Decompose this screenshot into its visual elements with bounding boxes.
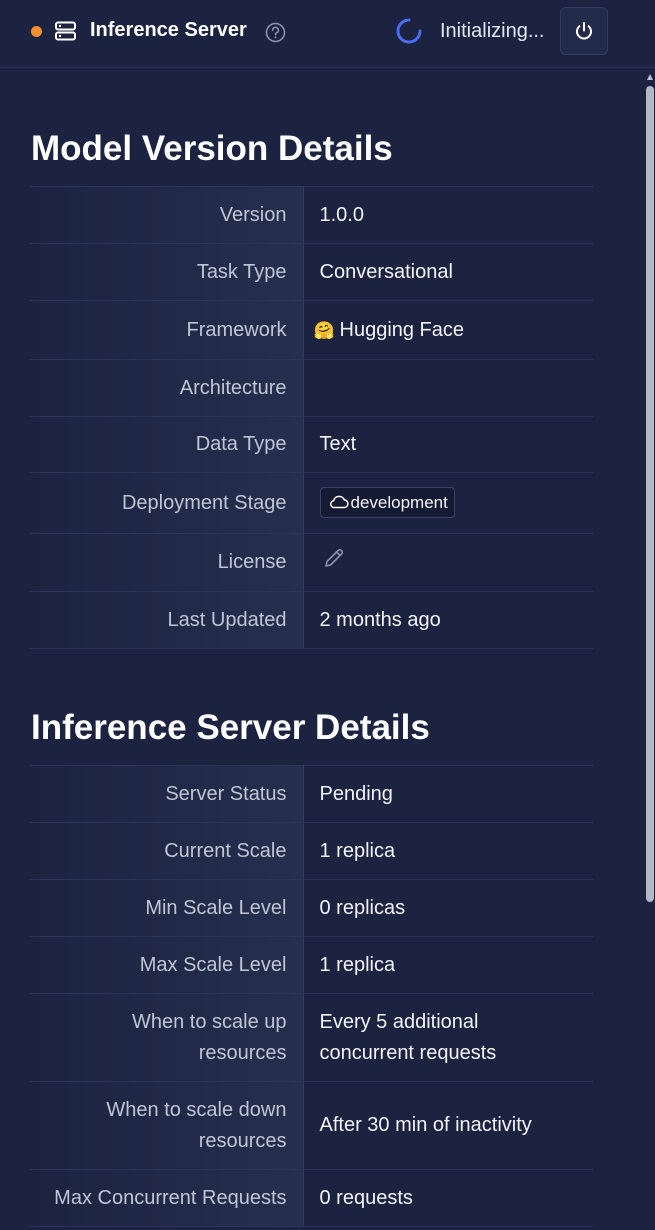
row-label: Max Concurrent Requests [30, 1169, 304, 1227]
inference-server-details-table: Server Status Pending Current Scale 1 re… [30, 765, 593, 1227]
row-value: Pending [303, 765, 593, 823]
table-row: Data Type Text [30, 416, 593, 473]
table-row: Last Updated 2 months ago [30, 591, 593, 649]
top-bar: Inference Server Initializing... [0, 0, 655, 68]
row-value: 1 replica [303, 936, 593, 994]
row-label: When to scale up resources [30, 993, 304, 1082]
row-label: Architecture [30, 359, 304, 417]
table-row: Max Concurrent Requests 0 requests [30, 1169, 593, 1227]
row-value: 2 months ago [303, 591, 593, 649]
row-value: After 30 min of inactivity [303, 1081, 593, 1170]
table-row: Architecture [30, 359, 593, 417]
help-icon[interactable] [265, 22, 286, 43]
table-row: Deployment Stage development [30, 472, 593, 534]
row-label: Data Type [30, 416, 304, 473]
row-label: Task Type [30, 243, 304, 301]
row-value: Conversational [303, 243, 593, 301]
row-value: Every 5 additional concurrent requests [303, 993, 593, 1082]
row-label: Current Scale [30, 822, 304, 880]
cloud-icon [329, 495, 349, 509]
framework-value: Hugging Face [339, 318, 465, 341]
deployment-stage-value: development [350, 492, 448, 512]
scroll-up-arrow-icon[interactable] [647, 74, 653, 80]
table-row: Max Scale Level 1 replica [30, 936, 593, 994]
table-row: Framework 🤗 Hugging Face [30, 300, 593, 360]
table-row: Server Status Pending [30, 765, 593, 823]
row-label: Min Scale Level [30, 879, 304, 937]
server-icon [55, 21, 76, 41]
deployment-stage-cell: development [303, 472, 593, 534]
model-version-details-heading: Model Version Details [31, 129, 393, 168]
power-button[interactable] [560, 7, 608, 55]
table-row: Min Scale Level 0 replicas [30, 879, 593, 937]
row-label: Server Status [30, 765, 304, 823]
row-value: Text [303, 416, 593, 473]
table-row: Task Type Conversational [30, 243, 593, 301]
row-label: Version [30, 186, 304, 244]
license-value-cell [303, 533, 593, 592]
row-value: 0 requests [303, 1169, 593, 1227]
row-label: When to scale down resources [30, 1081, 304, 1170]
scrollbar-thumb[interactable] [646, 86, 654, 902]
table-row: Current Scale 1 replica [30, 822, 593, 880]
model-version-details-table: Version 1.0.0 Task Type Conversational F… [30, 186, 593, 649]
row-value [303, 359, 593, 417]
loading-spinner-icon [394, 16, 424, 46]
table-row: When to scale down resources After 30 mi… [30, 1081, 593, 1170]
row-label: Max Scale Level [30, 936, 304, 994]
row-label: Deployment Stage [30, 472, 304, 534]
deployment-stage-badge: development [319, 486, 455, 518]
hugging-face-icon: 🤗 [313, 320, 336, 340]
table-row: License [30, 533, 593, 592]
row-label: Framework [30, 300, 304, 360]
status-dot [31, 26, 42, 37]
framework-value-cell: 🤗 Hugging Face [303, 300, 593, 360]
inference-server-details-heading: Inference Server Details [31, 708, 430, 747]
row-value: 1 replica [303, 822, 593, 880]
scrollbar[interactable] [645, 68, 655, 1230]
page-title: Inference Server [90, 19, 247, 41]
row-value: 1.0.0 [303, 186, 593, 244]
edit-license-icon[interactable] [322, 546, 346, 580]
server-status-text: Initializing... [440, 20, 545, 42]
table-row: When to scale up resources Every 5 addit… [30, 993, 593, 1082]
row-label: License [30, 533, 304, 592]
table-row: Version 1.0.0 [30, 186, 593, 244]
power-icon [576, 22, 592, 40]
row-label: Last Updated [30, 591, 304, 649]
row-value: 0 replicas [303, 879, 593, 937]
